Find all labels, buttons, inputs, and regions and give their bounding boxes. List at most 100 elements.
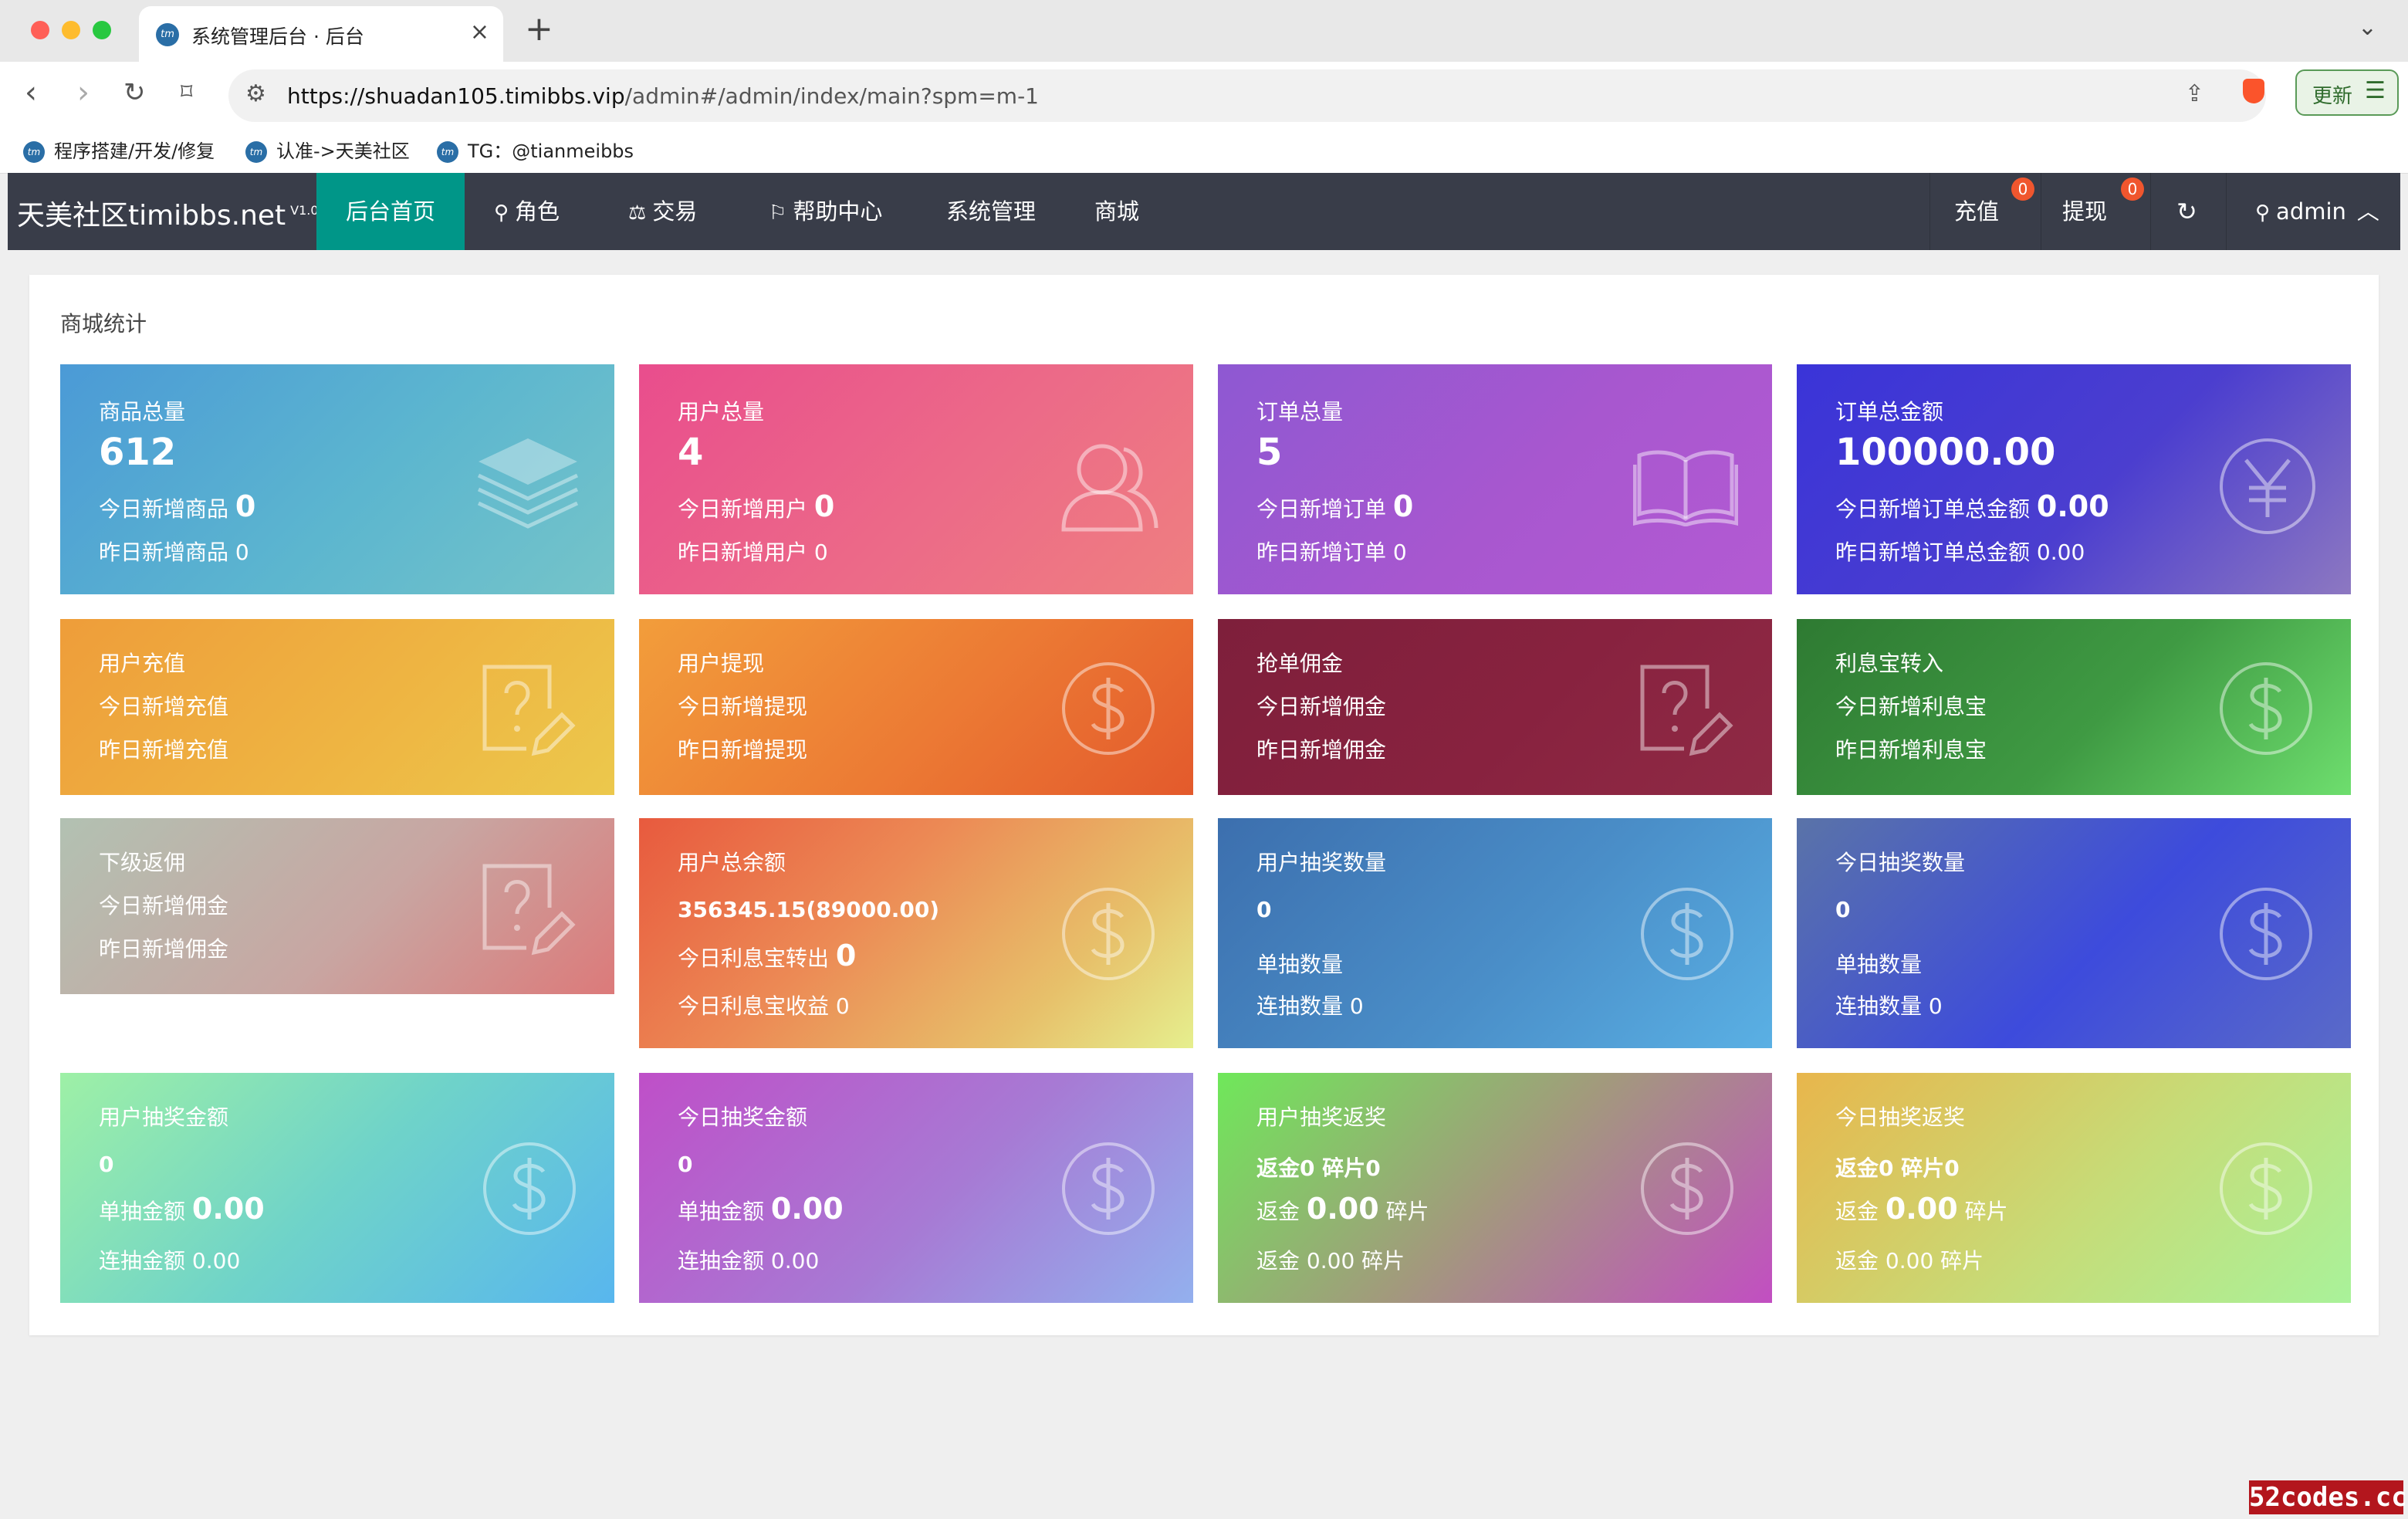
card-yest-label: 昨日新增充值 bbox=[99, 737, 229, 763]
update-button[interactable]: 更新 ☰ bbox=[2295, 69, 2399, 116]
card-today-label: 今日新增充值 bbox=[99, 694, 229, 719]
menu-label: 商城 bbox=[1094, 198, 1140, 225]
header-divider bbox=[2226, 173, 2227, 250]
url-text[interactable]: https://shuadan105.timibbs.vip/admin#/ad… bbox=[287, 83, 1039, 109]
refresh-icon[interactable]: ↻ bbox=[2176, 173, 2197, 250]
menu-label: 角色 bbox=[515, 198, 560, 225]
card-multi-value: 0 bbox=[1928, 993, 1943, 1019]
card-title: 今日抽奖数量 bbox=[1835, 850, 1966, 875]
stat-card-commission[interactable]: 抢单佣金 今日新增佣金 昨日新增佣金 bbox=[1218, 619, 1772, 795]
bookmark-label: 认准->天美社区 bbox=[276, 140, 410, 162]
bookmark-1[interactable]: tm 程序搭建/开发/修复 bbox=[23, 136, 215, 163]
card-yest-label: 昨日新增佣金 bbox=[1256, 737, 1387, 763]
share-icon[interactable]: ⇪ bbox=[2185, 80, 2204, 107]
card-today-value: 0 bbox=[235, 489, 256, 523]
card-single-value: 0.00 bbox=[770, 1192, 844, 1226]
card-multi-label: 连抽金额 bbox=[99, 1248, 186, 1274]
forward-icon[interactable]: › bbox=[77, 77, 90, 108]
stat-card-interest[interactable]: 利息宝转入 今日新增利息宝 昨日新增利息宝 bbox=[1797, 619, 2351, 795]
tab-close-icon[interactable]: × bbox=[470, 19, 489, 46]
brave-shield-icon[interactable] bbox=[2243, 79, 2264, 103]
stat-card-goods[interactable]: 商品总量 612 今日新增商品 0 昨日新增商品 0 bbox=[60, 364, 614, 594]
card-today-label: 今日新增佣金 bbox=[1256, 694, 1387, 719]
stat-card-recharge[interactable]: 用户充值 今日新增充值 昨日新增充值 bbox=[60, 619, 614, 795]
menu-label: 交易 bbox=[652, 198, 698, 225]
card-today-label: 今日新增利息宝 bbox=[1835, 694, 1987, 719]
close-window-button[interactable] bbox=[31, 21, 49, 39]
menu-system[interactable]: 系统管理 bbox=[946, 173, 1036, 250]
menu-shop[interactable]: 商城 bbox=[1094, 173, 1139, 250]
bookmark-2[interactable]: tm 认准->天美社区 bbox=[245, 136, 410, 163]
panel-title: 商城统计 bbox=[60, 311, 147, 337]
brand-logo[interactable]: 天美社区timibbs.net V1.0 bbox=[17, 193, 319, 233]
card-multi-value: 0.00 bbox=[191, 1248, 241, 1274]
card-today-label: 今日新增用户 bbox=[678, 496, 808, 522]
withdraw-button[interactable]: 提现 bbox=[2062, 173, 2107, 250]
url-path: /admin#/admin/index/main?spm=m-1 bbox=[624, 83, 1039, 109]
question-doc-icon bbox=[1640, 665, 1733, 756]
stat-card-lottery-reward[interactable]: 用户抽奖返奖 返金0 碎片0 返金 0.00 碎片 返金 0.00 碎片 bbox=[1218, 1073, 1772, 1303]
stat-card-balance[interactable]: 用户总余额 356345.15(89000.00) 今日利息宝转出 0 今日利息… bbox=[639, 818, 1193, 1048]
card-multi-value: 0.00 bbox=[770, 1248, 820, 1274]
header-divider bbox=[2150, 173, 2151, 250]
zoom-window-button[interactable] bbox=[93, 21, 111, 39]
stat-card-today-lottery-count[interactable]: 今日抽奖数量 0 单抽数量 连抽数量 0 bbox=[1797, 818, 2351, 1048]
stat-card-withdraw[interactable]: 用户提现 今日新增提现 昨日新增提现 bbox=[639, 619, 1193, 795]
layers-icon bbox=[477, 438, 579, 529]
menu-home[interactable]: 后台首页 bbox=[316, 173, 465, 250]
stat-card-lottery-amount[interactable]: 用户抽奖金额 0 单抽金额 0.00 连抽金额 0.00 bbox=[60, 1073, 614, 1303]
tab-list-chevron-icon[interactable]: ⌄ bbox=[2358, 14, 2377, 41]
card-title: 用户总量 bbox=[678, 399, 765, 425]
menu-help[interactable]: ⚐ 帮助中心 bbox=[769, 173, 882, 250]
update-label: 更新 bbox=[2312, 85, 2353, 108]
card-today-value: 0 bbox=[813, 489, 835, 523]
card-yest-value: 0.00 bbox=[2036, 540, 2085, 565]
card-single-label: 单抽金额 bbox=[99, 1199, 186, 1224]
recharge-button[interactable]: 充值 bbox=[1954, 173, 1999, 250]
dollar-icon bbox=[1062, 888, 1155, 980]
stat-card-users[interactable]: 用户总量 4 今日新增用户 0 昨日新增用户 0 bbox=[639, 364, 1193, 594]
bookmark-3[interactable]: tm TG：@tianmeibbs bbox=[437, 136, 634, 163]
card-reward-label: 返金 bbox=[1835, 1248, 1879, 1274]
card-multi-value: 0 bbox=[1349, 993, 1364, 1019]
tab-title: 系统管理后台 · 后台 bbox=[191, 25, 364, 48]
menu-trade[interactable]: ⚖ 交易 bbox=[628, 173, 697, 250]
stat-card-order-amount[interactable]: 订单总金额 100000.00 今日新增订单总金额 0.00 昨日新增订单总金额… bbox=[1797, 364, 2351, 594]
card-yest-value: 0 bbox=[835, 993, 850, 1019]
minimize-window-button[interactable] bbox=[62, 21, 80, 39]
question-doc-icon bbox=[482, 864, 576, 956]
brand-version: V1.0 bbox=[290, 203, 319, 218]
card-title: 用户抽奖金额 bbox=[99, 1105, 229, 1130]
reload-icon[interactable]: ↻ bbox=[123, 77, 146, 108]
new-tab-icon[interactable]: + bbox=[525, 9, 553, 49]
card-today-label: 今日新增订单 bbox=[1256, 496, 1387, 522]
stat-card-lottery-count[interactable]: 用户抽奖数量 0 单抽数量 连抽数量 0 bbox=[1218, 818, 1772, 1048]
card-value: 0 bbox=[99, 1152, 114, 1177]
url-bar[interactable]: ⚙ https://shuadan105.timibbs.vip/admin#/… bbox=[228, 69, 2266, 122]
stat-card-orders[interactable]: 订单总量 5 今日新增订单 0 昨日新增订单 0 bbox=[1218, 364, 1772, 594]
card-today-value: 0.00 bbox=[2036, 489, 2109, 523]
menu-icon: ☰ bbox=[2365, 77, 2386, 104]
stat-card-today-lottery-amount[interactable]: 今日抽奖金额 0 单抽金额 0.00 连抽金额 0.00 bbox=[639, 1073, 1193, 1303]
bookmark-icon[interactable]: ⌑ bbox=[181, 77, 192, 108]
menu-role[interactable]: ⚲ 角色 bbox=[494, 173, 560, 250]
card-single-label: 单抽数量 bbox=[1256, 952, 1344, 977]
card-fragment-label: 碎片 bbox=[1361, 1248, 1405, 1274]
back-icon[interactable]: ‹ bbox=[25, 77, 37, 108]
card-value: 4 bbox=[678, 431, 704, 474]
bookmark-label: TG：@tianmeibbs bbox=[468, 140, 634, 162]
browser-tab[interactable]: tm 系统管理后台 · 后台 × bbox=[139, 6, 503, 62]
card-value: 返金0 碎片0 bbox=[1256, 1155, 1381, 1181]
dollar-icon bbox=[2220, 662, 2312, 755]
card-title: 订单总量 bbox=[1256, 399, 1344, 425]
user-menu[interactable]: ⚲ admin ︿ bbox=[2255, 173, 2379, 250]
browser-window: tm 系统管理后台 · 后台 × + ⌄ ‹ › ↻ ⌑ ⚙ https://s… bbox=[0, 0, 2408, 1519]
chevron-up-icon: ︿ bbox=[2356, 198, 2379, 225]
stat-card-today-lottery-reward[interactable]: 今日抽奖返奖 返金0 碎片0 返金 0.00 碎片 返金 0.00 碎片 bbox=[1797, 1073, 2351, 1303]
stat-card-rebate[interactable]: 下级返佣 今日新增佣金 昨日新增佣金 bbox=[60, 818, 614, 994]
site-settings-icon[interactable]: ⚙ bbox=[245, 80, 266, 107]
card-value: 356345.15(89000.00) bbox=[678, 897, 940, 922]
card-title: 抢单佣金 bbox=[1256, 651, 1344, 676]
card-yest-label: 昨日新增用户 bbox=[678, 540, 808, 565]
card-value: 612 bbox=[99, 431, 177, 474]
